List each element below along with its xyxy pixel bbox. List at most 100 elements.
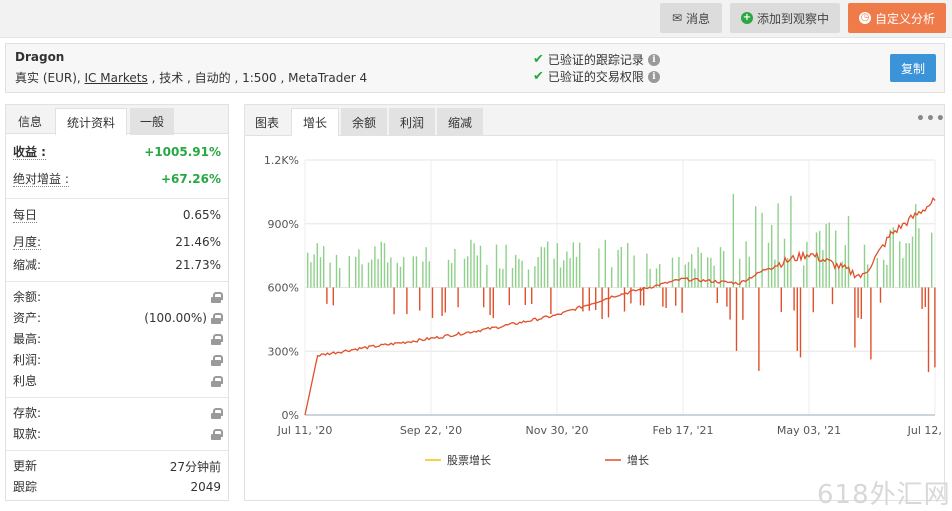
gain-bar bbox=[723, 250, 725, 288]
gain-bar bbox=[511, 267, 514, 288]
gain-bar bbox=[537, 257, 539, 288]
info-icon[interactable]: i bbox=[647, 70, 660, 83]
gain-bar bbox=[918, 228, 920, 288]
gain-bar bbox=[319, 257, 322, 288]
gain-bar bbox=[505, 244, 507, 288]
lock-icon bbox=[211, 312, 223, 324]
loss-bar bbox=[927, 287, 930, 373]
info-icon[interactable]: i bbox=[647, 53, 660, 66]
gain-bar bbox=[886, 264, 888, 288]
gain-bar bbox=[889, 229, 891, 288]
gain-bar bbox=[876, 258, 878, 288]
gain-bar bbox=[598, 248, 600, 288]
copy-button[interactable]: 复制 bbox=[890, 54, 936, 82]
withdrawals-label: 取款: bbox=[13, 427, 42, 441]
loss-bar bbox=[796, 287, 798, 351]
tab-balance[interactable]: 余额 bbox=[341, 108, 387, 136]
gain-bar bbox=[467, 256, 469, 288]
broker-link[interactable]: IC Markets bbox=[85, 71, 148, 85]
loss-bar bbox=[406, 287, 408, 315]
loss-bar bbox=[607, 287, 610, 318]
analysis-label: 自定义分析 bbox=[874, 11, 935, 26]
gain-bar bbox=[572, 242, 574, 288]
account-meta: , 技术 , 自动的 , 1:500 , MetaTrader 4 bbox=[147, 71, 368, 85]
gain-bar bbox=[790, 195, 792, 288]
gain-bar bbox=[684, 264, 686, 288]
custom-analysis-button[interactable]: ◷ 自定义分析 bbox=[848, 3, 946, 33]
loss-bar bbox=[831, 287, 834, 305]
deposits-label: 存款: bbox=[13, 406, 42, 420]
verified-track-record: ✔ 已验证的跟踪记录 i bbox=[533, 51, 660, 68]
loss-bar bbox=[921, 287, 923, 309]
stat-tracking: 跟踪 2049 bbox=[13, 477, 221, 497]
gain-bar bbox=[428, 261, 430, 288]
gain-bar bbox=[617, 249, 619, 288]
gain-bar bbox=[777, 203, 779, 288]
gain-bar bbox=[892, 227, 894, 288]
stat-withdrawals: 取款: bbox=[13, 424, 223, 444]
gain-bar bbox=[329, 262, 331, 288]
loss-bar bbox=[419, 287, 421, 311]
abs-gain-value: +67.26% bbox=[160, 172, 221, 186]
tab-general[interactable]: 一般 bbox=[130, 108, 174, 135]
more-options-icon[interactable]: ••• bbox=[916, 111, 946, 127]
messages-button[interactable]: ✉ 消息 bbox=[660, 3, 722, 33]
x-tick-label: Jul 11, '20 bbox=[277, 424, 333, 437]
gain-bar bbox=[559, 267, 562, 288]
tab-profit[interactable]: 利润 bbox=[389, 108, 435, 136]
gain-bar bbox=[447, 259, 450, 288]
tracking-value: 2049 bbox=[190, 480, 221, 494]
x-tick-label: Jul 12, '21 bbox=[907, 424, 944, 437]
tab-chart[interactable]: 图表 bbox=[247, 108, 287, 136]
tab-drawdown[interactable]: 缩减 bbox=[437, 108, 483, 136]
loss-bar bbox=[492, 287, 494, 319]
gain-bar bbox=[822, 250, 824, 288]
loss-bar bbox=[860, 287, 862, 319]
loss-bar bbox=[934, 287, 936, 368]
gain-bar bbox=[543, 247, 546, 288]
loss-bar bbox=[870, 287, 872, 360]
tab-statistics[interactable]: 统计资料 bbox=[55, 108, 127, 135]
lock-icon bbox=[211, 407, 223, 419]
loss-bar bbox=[601, 287, 603, 319]
watch-label: 添加到观察中 bbox=[756, 11, 829, 26]
loss-bar bbox=[441, 287, 443, 316]
account-header: Dragon 真实 (EUR), IC Markets , 技术 , 自动的 ,… bbox=[5, 43, 945, 93]
gain-bar bbox=[348, 256, 350, 288]
stat-updated: 更新 27分钟前 bbox=[13, 456, 221, 476]
stats-panel: 信息 统计资料 一般 收益 : +1005.91% 绝对增益 : +67.26%… bbox=[5, 104, 229, 501]
gain-bar bbox=[358, 249, 360, 288]
balance-label: 余额: bbox=[13, 290, 42, 304]
gain-bar bbox=[335, 254, 338, 288]
loss-bar bbox=[508, 287, 510, 306]
growth-line bbox=[304, 196, 936, 416]
gain-bar bbox=[569, 258, 571, 288]
gain-bar bbox=[931, 232, 933, 288]
updated-value: 27分钟前 bbox=[169, 459, 221, 474]
legend-growth-label: 增长 bbox=[627, 453, 649, 467]
verified-access-label: 已验证的交易权限 bbox=[547, 70, 644, 84]
add-to-watchlist-button[interactable]: + 添加到观察中 bbox=[730, 3, 840, 33]
loss-bar bbox=[630, 287, 632, 304]
gain-bar bbox=[911, 236, 914, 288]
gain-bar bbox=[390, 257, 392, 288]
loss-bar bbox=[758, 287, 760, 371]
gain-bar bbox=[771, 224, 773, 288]
equity-label: 资产: bbox=[13, 311, 42, 325]
account-name: Dragon bbox=[15, 50, 65, 64]
gain-bar bbox=[463, 258, 466, 288]
verified-trading-access: ✔ 已验证的交易权限 i bbox=[533, 68, 660, 85]
lock-icon bbox=[211, 291, 223, 303]
tab-growth[interactable]: 增长 bbox=[291, 108, 339, 136]
stat-absolute-gain: 绝对增益 : +67.26% bbox=[13, 169, 221, 189]
lock-icon bbox=[211, 428, 223, 440]
stats-tabs: 信息 统计资料 一般 bbox=[6, 105, 228, 135]
equity-value: (100.00%) bbox=[144, 311, 207, 325]
tab-info[interactable]: 信息 bbox=[8, 108, 52, 135]
drawdown-value: 21.73% bbox=[175, 258, 221, 272]
messages-label: 消息 bbox=[686, 11, 711, 26]
gain-bar bbox=[835, 230, 837, 288]
gain-bar bbox=[815, 232, 818, 288]
gain-bar bbox=[307, 252, 309, 288]
check-icon: ✔ bbox=[533, 52, 544, 67]
